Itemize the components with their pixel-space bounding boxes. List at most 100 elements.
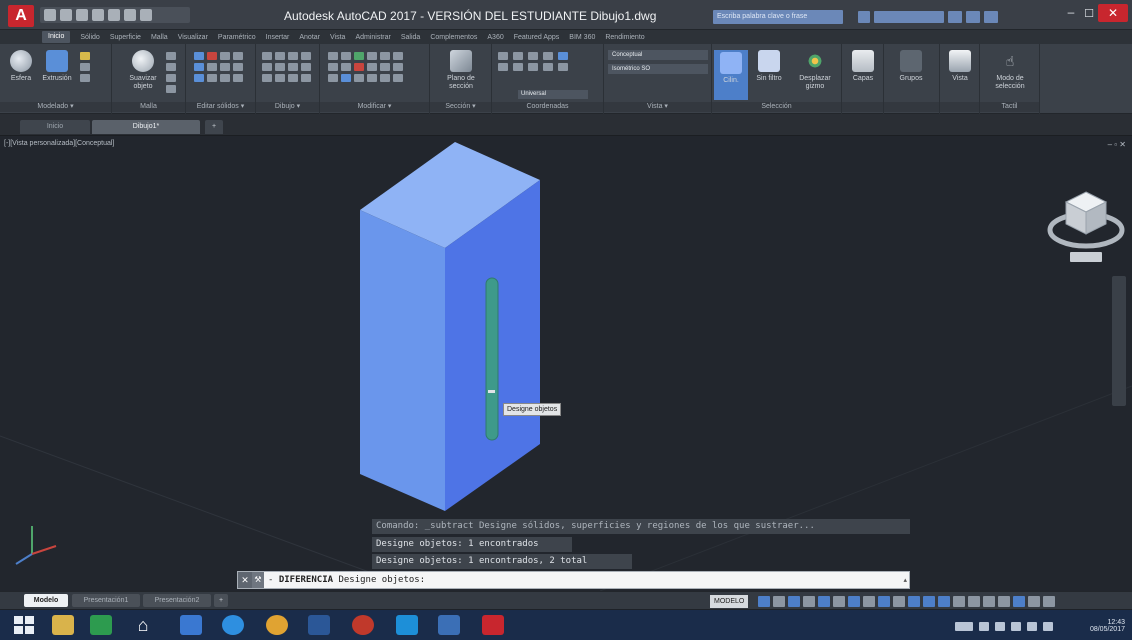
close-command-line-button[interactable]: ✕	[238, 572, 252, 588]
polygon-icon[interactable]	[275, 63, 285, 71]
command-history-toggle[interactable]: ▴	[903, 576, 907, 584]
tab-dibujo1[interactable]: Dibujo1*	[92, 120, 200, 134]
imprint-icon[interactable]	[194, 74, 204, 82]
intersect-icon[interactable]	[220, 52, 230, 60]
interfere-icon[interactable]	[194, 63, 204, 71]
rectangle-icon[interactable]	[262, 63, 272, 71]
view-dropdown[interactable]: Isométrico SO	[608, 64, 708, 74]
sin-filtro-button[interactable]: Sin filtro	[752, 50, 786, 83]
isodraft-icon[interactable]	[818, 596, 830, 607]
maximize-button[interactable]: ☐	[1080, 6, 1098, 22]
navigation-bar[interactable]	[1112, 276, 1126, 406]
ribbon-tab-complementos[interactable]: Complementos	[430, 34, 477, 41]
separate-icon[interactable]	[220, 74, 230, 82]
visual-style-dropdown[interactable]: Conceptual	[608, 50, 708, 60]
3d-rotate-icon[interactable]	[341, 74, 351, 82]
skype-icon[interactable]	[396, 615, 418, 635]
ribbon-tab-inicio[interactable]: Inicio	[42, 31, 71, 43]
command-line[interactable]: ✕ ⚒ - DIFERENCIA Designe objetos: ▴	[237, 571, 910, 589]
ucs-view-icon[interactable]	[498, 63, 508, 71]
copy-icon[interactable]	[367, 52, 377, 60]
tab-presentacion1[interactable]: Presentación1	[72, 594, 140, 607]
hatch-icon[interactable]	[262, 74, 272, 82]
ribbon-tab-param-trico[interactable]: Paramétrico	[218, 34, 256, 41]
chevron-up-icon[interactable]	[979, 621, 989, 631]
ucs-object-icon[interactable]	[513, 63, 523, 71]
ribbon-tab-featured-apps[interactable]: Featured Apps	[514, 34, 560, 41]
region-icon[interactable]	[275, 74, 285, 82]
3d-array-icon[interactable]	[380, 74, 390, 82]
ucs-z-icon[interactable]	[558, 52, 568, 60]
ribbon-tab-anotar[interactable]: Anotar	[299, 34, 320, 41]
ribbon-tab-a360[interactable]: A360	[487, 34, 503, 41]
vista-button[interactable]: Vista	[943, 50, 977, 83]
ribbon-tab-administrar[interactable]: Administrar	[355, 34, 390, 41]
a360-icon[interactable]	[966, 11, 980, 23]
rotate-icon[interactable]	[341, 52, 351, 60]
ribbon-tab-s-lido[interactable]: Sólido	[80, 34, 99, 41]
3d-scale-icon[interactable]	[393, 74, 403, 82]
plus-icon[interactable]	[983, 596, 995, 607]
spline-icon[interactable]	[288, 63, 298, 71]
media-app-icon[interactable]	[438, 615, 460, 635]
align-icon[interactable]	[354, 74, 364, 82]
ribbon-tab-rendimiento[interactable]: Rendimiento	[605, 34, 644, 41]
box-left-face[interactable]	[360, 210, 445, 511]
mesh-tool-icon[interactable]	[166, 74, 176, 82]
windows-start-icon[interactable]	[14, 616, 34, 634]
save-icon[interactable]	[76, 9, 88, 21]
undo-icon[interactable]	[124, 9, 136, 21]
ellipse-icon[interactable]	[301, 63, 311, 71]
extrusion-button[interactable]: Extrusión	[40, 50, 74, 83]
loft-icon[interactable]	[80, 63, 90, 71]
helix-icon[interactable]	[301, 74, 311, 82]
network-icon[interactable]	[995, 621, 1005, 631]
union-icon[interactable]	[194, 52, 204, 60]
fillet-edge-icon[interactable]	[233, 63, 243, 71]
cylinder-slot[interactable]	[485, 277, 499, 441]
3d-mirror-icon[interactable]	[367, 74, 377, 82]
offset-icon[interactable]	[393, 63, 403, 71]
autocad-taskbar-icon[interactable]	[482, 615, 504, 635]
trim-icon[interactable]	[354, 52, 364, 60]
modo-seleccion-button[interactable]: ☝ Modo de selección	[986, 50, 1034, 91]
grupos-button[interactable]: Grupos	[894, 50, 928, 83]
add-layout-button[interactable]: +	[214, 594, 228, 607]
tab-inicio[interactable]: Inicio	[20, 120, 90, 134]
annotation-scale-icon[interactable]	[953, 596, 965, 607]
subtract-icon[interactable]	[207, 52, 217, 60]
office-app-icon[interactable]	[90, 615, 112, 635]
erase-icon[interactable]	[354, 63, 364, 71]
ribbon-tab-vista[interactable]: Vista	[330, 34, 345, 41]
mesh-tool-icon[interactable]	[166, 63, 176, 71]
shell-icon[interactable]	[207, 74, 217, 82]
volume-icon[interactable]	[1027, 621, 1037, 631]
esfera-button[interactable]: Esfera	[4, 50, 38, 83]
taskbar-clock[interactable]: 12:43 08/05/2017	[1090, 619, 1125, 633]
stretch-icon[interactable]	[328, 63, 338, 71]
transparency-icon[interactable]	[878, 596, 890, 607]
array-icon[interactable]	[367, 63, 377, 71]
isolate-objects-icon[interactable]	[998, 596, 1010, 607]
polar-icon[interactable]	[803, 596, 815, 607]
fillet-icon[interactable]	[393, 52, 403, 60]
tab-modelo[interactable]: Modelo	[24, 594, 68, 607]
ortho-icon[interactable]	[788, 596, 800, 607]
ucs-x-icon[interactable]	[528, 52, 538, 60]
exchange-icon[interactable]	[948, 11, 962, 23]
command-input[interactable]: - DIFERENCIA Designe objetos:	[268, 572, 425, 588]
store-app-icon[interactable]	[180, 615, 202, 635]
desplazar-gizmo-button[interactable]: Desplazar gizmo	[794, 50, 836, 91]
ucs-icon[interactable]	[498, 52, 508, 60]
save-as-icon[interactable]	[92, 9, 104, 21]
close-button[interactable]: ✕	[1098, 4, 1128, 22]
annotation-visibility-icon[interactable]	[923, 596, 935, 607]
search-input[interactable]: Escriba palabra clave o frase	[713, 10, 843, 24]
ribbon-tab-salida[interactable]: Salida	[401, 34, 420, 41]
ucs-dropdown[interactable]: Universal	[518, 90, 588, 99]
binoculars-icon[interactable]	[858, 11, 870, 23]
ribbon-tab-insertar[interactable]: Insertar	[266, 34, 290, 41]
mirror-icon[interactable]	[380, 52, 390, 60]
offset-edge-icon[interactable]	[233, 74, 243, 82]
ribbon-tab-visualizar[interactable]: Visualizar	[178, 34, 208, 41]
